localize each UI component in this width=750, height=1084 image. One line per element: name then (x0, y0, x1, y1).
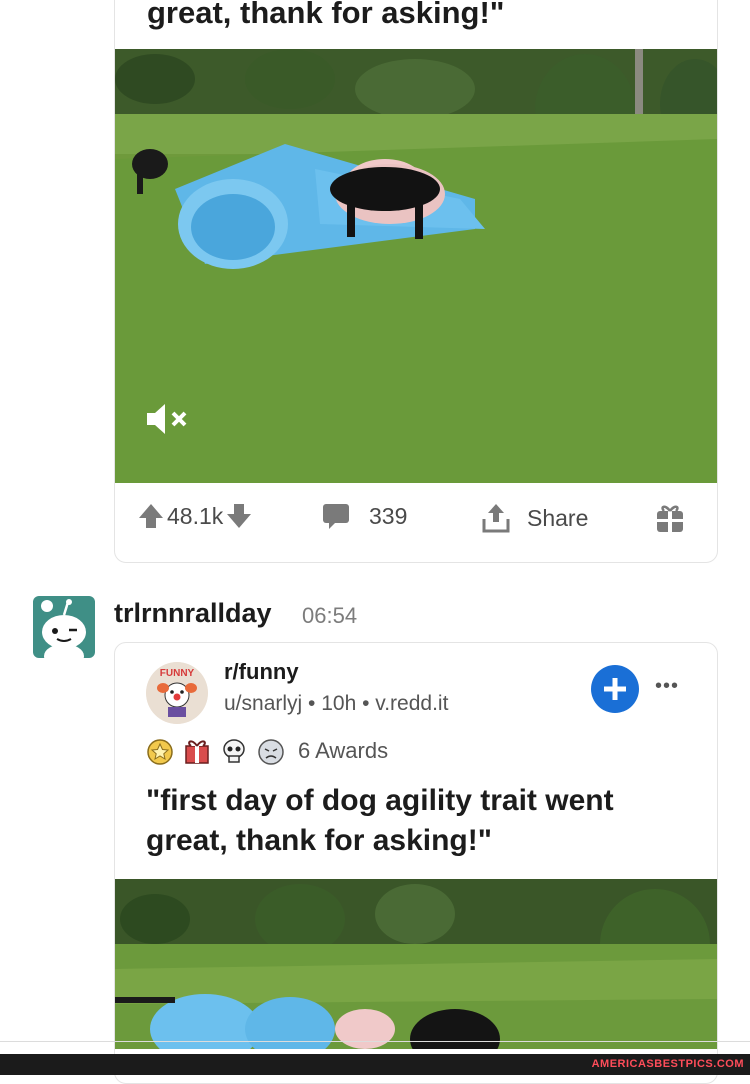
awards-row[interactable]: 6 Awards (146, 736, 388, 766)
share-button[interactable]: Share (481, 502, 588, 534)
plus-icon (604, 678, 626, 700)
upvote-icon[interactable] (137, 502, 165, 530)
video-frame (115, 49, 717, 483)
cry-award-icon (258, 739, 284, 765)
watermark-bar: AMERICASBESTPICS.COM (0, 1054, 750, 1075)
subreddit-name[interactable]: r/funny (224, 659, 299, 685)
post-title[interactable]: "first day of dog agility trait went gre… (146, 781, 696, 861)
join-button[interactable] (591, 665, 639, 713)
share-label: Share (527, 504, 589, 531)
comment-icon (323, 504, 349, 529)
subreddit-icon-text: FUNNY (160, 668, 195, 679)
divider (0, 1041, 750, 1042)
watermark-text: AMERICASBESTPICS.COM (591, 1058, 744, 1070)
gift-icon (657, 505, 683, 532)
downvote-icon[interactable] (225, 502, 253, 530)
comment-count: 339 (369, 502, 408, 529)
comment-time: 06:54 (302, 603, 358, 628)
awards-count: 6 Awards (298, 738, 389, 763)
vote-group: 48.1k (137, 502, 253, 530)
comments-button[interactable]: 339 (321, 502, 407, 530)
gift-award-icon (185, 740, 209, 764)
share-icon (482, 504, 510, 533)
mute-icon[interactable] (145, 399, 193, 439)
comment-username[interactable]: trlrnnrallday (114, 598, 272, 629)
skull-award-icon (223, 739, 245, 763)
top-post-card[interactable]: great, thank for asking!" 48.1k 339 Shar… (114, 0, 718, 563)
video-thumbnail[interactable] (115, 879, 717, 1049)
award-button[interactable] (655, 502, 685, 534)
video-player[interactable] (115, 49, 717, 483)
post-meta: u/snarlyj • 10h • v.redd.it (224, 692, 449, 715)
gold-award-icon (147, 739, 173, 765)
shared-post-card[interactable]: FUNNY r/funny u/snarlyj • 10h • v.redd.i… (114, 642, 718, 1084)
video-frame (115, 879, 717, 1049)
subreddit-icon[interactable]: FUNNY (146, 662, 208, 724)
clown-icon: FUNNY (146, 662, 208, 724)
avatar[interactable] (33, 596, 95, 658)
post-title-cut: great, thank for asking!" (147, 0, 505, 30)
more-options-icon[interactable]: ••• (655, 675, 679, 698)
snoo-avatar-icon (41, 599, 86, 658)
post-actions: 48.1k 339 Share (115, 492, 717, 552)
score-count: 48.1k (167, 502, 224, 529)
